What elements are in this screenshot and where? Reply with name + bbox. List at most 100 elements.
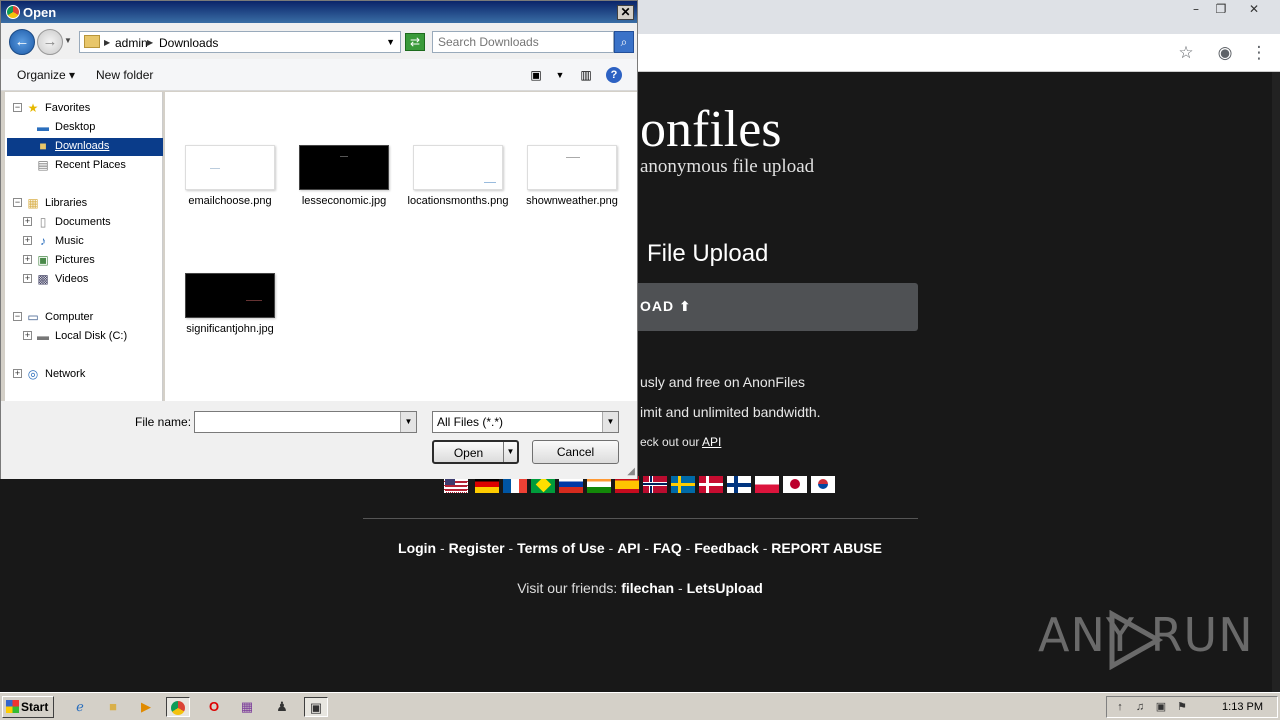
footer-link-report-abuse[interactable]: REPORT ABUSE: [771, 540, 882, 556]
action-center-flag-icon[interactable]: ⚑: [1175, 700, 1189, 714]
clock[interactable]: 1:13 PM: [1222, 701, 1263, 713]
menu-dots-icon[interactable]: ⋮: [1246, 40, 1272, 66]
bookmark-star-icon[interactable]: ☆: [1173, 40, 1199, 66]
breadcrumb-admin[interactable]: admin: [115, 36, 148, 50]
file-item[interactable]: lesseconomic.jpg: [288, 145, 400, 208]
dialog-titlebar[interactable]: Open ✕: [1, 1, 637, 23]
flag-pl-icon[interactable]: [755, 476, 779, 493]
media-player-icon[interactable]: ▶: [134, 697, 158, 717]
footer-link-feedback[interactable]: Feedback: [694, 540, 759, 556]
site-logo[interactable]: onfiles: [640, 100, 782, 159]
view-options-icon[interactable]: ▣: [528, 68, 544, 82]
preview-pane-icon[interactable]: ▥: [578, 68, 594, 82]
chrome-taskbar-icon[interactable]: [166, 697, 190, 717]
flag-no-icon[interactable]: [643, 476, 667, 493]
windows-logo-icon: [6, 700, 19, 713]
opera-icon[interactable]: O: [202, 697, 226, 717]
organize-button[interactable]: Organize ▾: [17, 68, 75, 82]
recent-locations-chevron-icon[interactable]: ▼: [64, 36, 72, 45]
address-bar[interactable]: ▶ admin ▶ Downloads ▼: [79, 31, 401, 53]
resize-grip-icon[interactable]: ◢: [627, 466, 635, 477]
winrar-icon[interactable]: ▦: [235, 697, 259, 717]
tree-item-desktop[interactable]: ▬ Desktop: [33, 119, 163, 137]
expand-icon[interactable]: +: [13, 369, 22, 378]
flag-fi-icon[interactable]: [727, 476, 751, 493]
footer-link-faq[interactable]: FAQ: [653, 540, 682, 556]
tree-item-local-disk[interactable]: + ▬ Local Disk (C:): [23, 328, 163, 346]
flag-jp-icon[interactable]: [783, 476, 807, 493]
expand-icon[interactable]: +: [23, 255, 32, 264]
file-explorer-icon[interactable]: ■: [101, 697, 125, 717]
page-scrollbar[interactable]: [1272, 72, 1280, 692]
friend-link-filechan[interactable]: filechan: [621, 580, 674, 596]
cancel-button[interactable]: Cancel: [532, 440, 619, 464]
network-tray-icon[interactable]: ▣: [1154, 700, 1168, 714]
file-name: emailchoose.png: [188, 195, 272, 207]
upload-button[interactable]: OAD ⬆: [600, 283, 918, 331]
internet-explorer-icon[interactable]: ℯ: [68, 697, 92, 717]
file-item[interactable]: shownweather.png: [516, 145, 628, 208]
open-button[interactable]: Open ▼: [432, 440, 519, 464]
volume-icon[interactable]: ♫: [1133, 700, 1147, 714]
tree-item-pictures[interactable]: + ▣ Pictures: [23, 252, 163, 270]
collapse-icon[interactable]: −: [13, 312, 22, 321]
show-hidden-icons-icon[interactable]: ↑: [1113, 700, 1127, 714]
start-button[interactable]: Start: [2, 696, 54, 718]
file-item[interactable]: locationsmonths.png: [402, 145, 514, 208]
tree-item-downloads[interactable]: ■ Downloads: [7, 138, 163, 156]
friend-link-letsupload[interactable]: LetsUpload: [687, 580, 763, 596]
chevron-right-icon[interactable]: ▶: [147, 38, 153, 47]
refresh-icon[interactable]: ⇄: [405, 33, 425, 51]
help-icon[interactable]: ?: [606, 67, 622, 83]
dialog-close-button[interactable]: ✕: [617, 5, 634, 20]
open-options-chevron-icon[interactable]: ▼: [503, 442, 517, 462]
back-arrow-icon[interactable]: ←: [9, 29, 35, 55]
tree-item-network[interactable]: + ◎ Network: [13, 366, 163, 384]
installer-icon[interactable]: ♟: [270, 697, 294, 717]
search-icon[interactable]: ⌕: [614, 31, 634, 53]
collapse-icon[interactable]: −: [13, 198, 22, 207]
restore-icon[interactable]: ❐: [1208, 1, 1234, 17]
documents-icon: ▯: [39, 215, 47, 229]
tree-item-music[interactable]: + ♪ Music: [23, 233, 163, 251]
minimize-icon[interactable]: –: [1183, 1, 1209, 17]
flag-dk-icon[interactable]: [699, 476, 723, 493]
footer-link-terms[interactable]: Terms of Use: [517, 540, 605, 556]
flag-se-icon[interactable]: [671, 476, 695, 493]
breadcrumb-downloads[interactable]: Downloads: [159, 36, 218, 50]
tree-item-recent-places[interactable]: ▤ Recent Places: [33, 157, 163, 175]
tree-item-favorites[interactable]: − ★ Favorites: [13, 100, 163, 118]
file-name-dropdown-icon[interactable]: ▼: [400, 412, 416, 432]
profile-avatar-icon[interactable]: ◉: [1212, 40, 1238, 66]
footer-link-register[interactable]: Register: [449, 540, 505, 556]
tree-item-libraries[interactable]: − ▦ Libraries: [13, 195, 163, 213]
tree-item-computer[interactable]: − ▭ Computer: [13, 309, 163, 327]
file-item[interactable]: emailchoose.png: [174, 145, 286, 208]
tree-item-documents[interactable]: + ▯ Documents: [23, 214, 163, 232]
tree-item-videos[interactable]: + ▩ Videos: [23, 271, 163, 289]
expand-icon[interactable]: +: [23, 274, 32, 283]
forward-arrow-icon[interactable]: →: [37, 29, 63, 55]
flag-kr-icon[interactable]: [811, 476, 835, 493]
expand-icon[interactable]: +: [23, 236, 32, 245]
chevron-right-icon[interactable]: ▶: [104, 38, 110, 47]
search-input[interactable]: [432, 31, 614, 53]
expand-icon[interactable]: +: [23, 217, 32, 226]
app-taskbar-icon[interactable]: ▣: [304, 697, 328, 717]
view-dropdown-icon[interactable]: ▼: [552, 68, 568, 82]
organize-label: Organize: [17, 68, 66, 82]
close-icon[interactable]: ✕: [1241, 1, 1267, 17]
address-dropdown-icon[interactable]: ▼: [386, 37, 395, 47]
new-folder-button[interactable]: New folder: [96, 68, 153, 82]
upload-heading: File Upload: [647, 240, 769, 267]
file-item[interactable]: significantjohn.jpg: [174, 273, 286, 336]
file-type-select[interactable]: All Files (*.*) ▼: [432, 411, 619, 433]
tree-label: Music: [55, 235, 84, 247]
expand-icon[interactable]: +: [23, 331, 32, 340]
footer-link-login[interactable]: Login: [398, 540, 436, 556]
file-type-dropdown-icon[interactable]: ▼: [602, 412, 618, 432]
file-name-field[interactable]: ▼: [194, 411, 417, 433]
footer-link-api[interactable]: API: [617, 540, 640, 556]
collapse-icon[interactable]: −: [13, 103, 22, 112]
api-link[interactable]: API: [702, 435, 721, 449]
